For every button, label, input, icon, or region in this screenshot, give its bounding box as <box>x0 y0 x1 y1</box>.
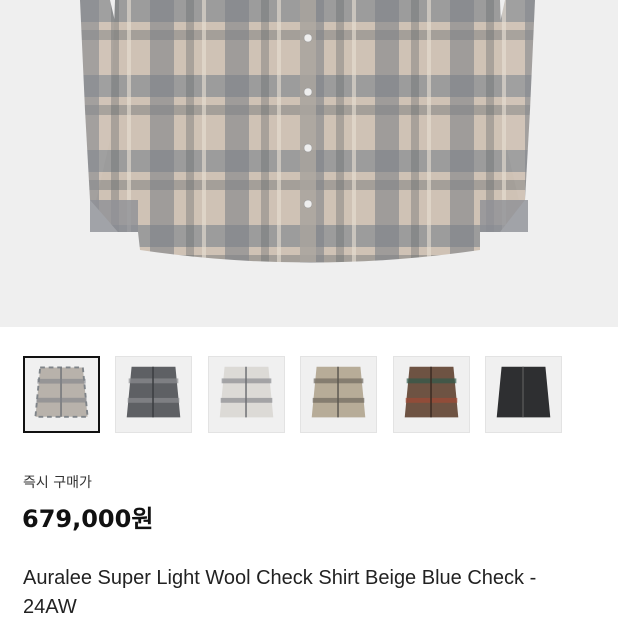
thumbnail-brown-check[interactable] <box>393 356 470 433</box>
thumbnail-grey-check[interactable] <box>115 356 192 433</box>
instant-buy-label: 즉시 구매가 <box>23 475 92 491</box>
thumbnail-beige-blue-check[interactable] <box>23 356 100 433</box>
thumbnail-strip <box>23 356 603 436</box>
product-title: Auralee Super Light Wool Check Shirt Bei… <box>23 567 537 618</box>
thumbnail-black-shirt[interactable] <box>485 356 562 433</box>
product-main-image[interactable] <box>0 0 618 327</box>
thumbnail-white-check[interactable] <box>208 356 285 433</box>
product-price: 679,000원 <box>22 505 154 533</box>
thumbnail-khaki-check[interactable] <box>300 356 377 433</box>
